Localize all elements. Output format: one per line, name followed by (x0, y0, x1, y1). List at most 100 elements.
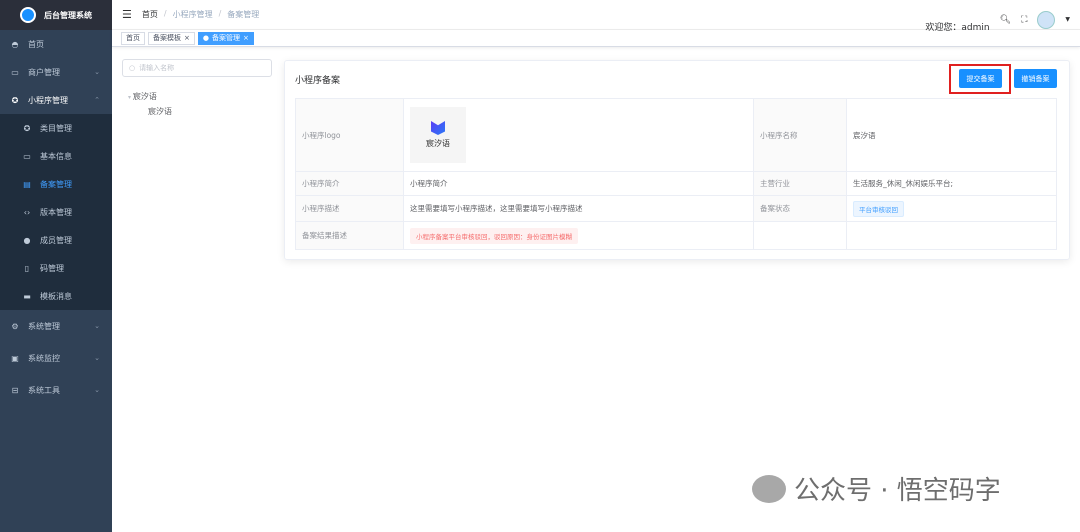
fullscreen-icon[interactable]: ⛶ (1021, 15, 1027, 25)
hamburger-icon[interactable]: ☰ (122, 8, 132, 21)
avatar[interactable] (1037, 10, 1056, 29)
breadcrumb-home[interactable]: 首页 (142, 9, 158, 20)
label: 系统监控 (28, 353, 60, 363)
watermark-text: 公众号 · 悟空码字 (794, 476, 1001, 506)
label: 基本信息 (40, 151, 72, 161)
tab-home[interactable]: 首页 (121, 31, 145, 45)
logo-icon (20, 7, 36, 23)
wechat-icon (752, 474, 786, 503)
sidebar-item-tools[interactable]: ⊟ 系统工具 ⌄ (0, 374, 112, 406)
label: 小程序管理 (28, 95, 68, 105)
navbar: ☰ 首页 / 小程序管理 / 备案管理 欢迎您：admin 🔍︎ ⛶ ▼ (112, 0, 1080, 33)
label-intro: 小程序简介 (295, 171, 404, 196)
tags-view: 首页 备案模板 × ● 备案管理 × (112, 30, 1080, 47)
card-title: 小程序备案 (295, 76, 341, 86)
monitor-icon: ▣ (11, 353, 19, 363)
breadcrumb-item: 小程序管理 (172, 10, 213, 19)
tree-node-child[interactable]: 宸汐语 (122, 106, 272, 117)
breadcrumb: 首页 / 小程序管理 / 备案管理 (142, 9, 259, 20)
chevron-down-icon: ⌄ (94, 68, 100, 76)
sidebar-item-filing[interactable]: ▤ 备案管理 (0, 170, 112, 198)
label: 商户管理 (28, 67, 60, 77)
label: 宸汐语 (148, 107, 172, 116)
sidebar-item-version[interactable]: ‹› 版本管理 (0, 198, 112, 226)
sidebar-item-merchant[interactable]: ▭ 商户管理 ⌄ (0, 58, 112, 86)
window-icon: ▭ (23, 151, 31, 161)
document-icon: ▤ (23, 179, 31, 189)
logo-text: 宸汐语 (426, 139, 450, 148)
active-dot-icon: ● (202, 34, 209, 42)
revoke-filing-button[interactable]: 撤销备案 (1014, 69, 1057, 88)
status-badge: 平台审核驳回 (853, 200, 904, 217)
header-right: 欢迎您：admin 🔍︎ ⛶ ▼ (925, 6, 1070, 33)
tab-filing-management[interactable]: ● 备案管理 × (197, 31, 254, 45)
chevron-up-icon: ⌃ (94, 96, 100, 104)
sidebar: 后台管理系统 ◓ 首页 ▭ 商户管理 ⌄ ✪ 小程序管理 ⌃ ✪ 类目管理 ▭ 基本信息 ▤ 备… (0, 0, 112, 532)
placeholder: 请输入名称 (139, 64, 175, 72)
filing-card: 小程序备案 提交备案 撤销备案 小程序logo 宸汐语 小程序名称 宸汐语 小程… (284, 60, 1070, 260)
search-icon: ○ (129, 64, 136, 72)
label: 系统管理 (28, 321, 60, 331)
label: 首页 (28, 39, 44, 49)
caret-down-icon[interactable]: ▼ (1065, 16, 1070, 23)
breadcrumb-current: 备案管理 (227, 10, 260, 19)
chevron-down-icon: ⌄ (94, 386, 100, 394)
app-logo[interactable]: 后台管理系统 (0, 0, 112, 30)
miniprogram-icon: ✪ (11, 95, 19, 105)
sidebar-item-monitor[interactable]: ▣ 系统监控 ⌄ (0, 342, 112, 374)
app-title: 后台管理系统 (44, 10, 92, 20)
label: 系统工具 (28, 385, 60, 395)
close-icon[interactable]: × (184, 34, 190, 42)
value-industry: 生活服务_休闲_休闲娱乐平台; (846, 171, 1057, 196)
phone-icon: ▯ (24, 263, 30, 273)
sidebar-item-home[interactable]: ◓ 首页 (0, 30, 112, 58)
value-name: 宸汐语 (846, 98, 1057, 172)
value-intro: 小程序简介 (403, 171, 754, 196)
label-status: 备案状态 (753, 195, 847, 222)
search-icon[interactable]: 🔍︎ (1000, 15, 1011, 25)
empty-cell (846, 221, 1057, 250)
submit-filing-button[interactable]: 提交备案 (959, 69, 1002, 88)
tab-filing-template[interactable]: 备案模板 × (148, 31, 195, 45)
logo-mark-icon (431, 121, 445, 135)
result-badge: 小程序备案平台审核驳回，驳回原因：身份证图片模糊 (410, 227, 578, 244)
chevron-down-icon: ⌄ (94, 322, 100, 330)
label: 宸汐语 (132, 92, 157, 101)
tree-node-root[interactable]: ▾ 宸汐语 (122, 91, 272, 102)
sidebar-item-members[interactable]: ● 成员管理 (0, 226, 112, 254)
close-icon[interactable]: × (243, 34, 249, 42)
tree-search-input[interactable]: ○ 请输入名称 (122, 59, 272, 77)
code-icon: ‹› (23, 207, 31, 217)
sidebar-item-miniprogram[interactable]: ✪ 小程序管理 ⌃ (0, 86, 112, 114)
filing-details-table: 小程序logo 宸汐语 小程序名称 宸汐语 小程序简介 小程序简介 主营行业 生活服… (295, 98, 1057, 250)
sidebar-item-basic-info[interactable]: ▭ 基本信息 (0, 142, 112, 170)
toolbox-icon: ⊟ (11, 385, 19, 395)
label-result: 备案结果描述 (295, 221, 404, 250)
tree-panel: ○ 请输入名称 ▾ 宸汐语 宸汐语 (122, 59, 272, 117)
tab-label: 备案模板 (153, 34, 181, 42)
sidebar-item-system[interactable]: ⚙ 系统管理 ⌄ (0, 310, 112, 342)
merchant-icon: ▭ (11, 67, 19, 77)
label: 成员管理 (40, 235, 72, 245)
label: 版本管理 (40, 207, 72, 217)
sidebar-item-template-msg[interactable]: ▬ 模板消息 (0, 282, 112, 310)
label: 码管理 (40, 263, 64, 273)
message-icon: ▬ (23, 291, 31, 301)
submenu: ✪ 类目管理 ▭ 基本信息 ▤ 备案管理 ‹› 版本管理 ● 成员管理 ▯ 码管理 ▬ 模板消… (0, 114, 112, 310)
sidebar-item-code[interactable]: ▯ 码管理 (0, 254, 112, 282)
tab-label: 首页 (126, 34, 140, 42)
chevron-down-icon: ⌄ (94, 354, 100, 362)
miniprogram-logo: 宸汐语 (410, 107, 466, 163)
separator: / (218, 9, 222, 18)
label: 模板消息 (40, 291, 72, 301)
category-icon: ✪ (23, 123, 31, 133)
label: 备案管理 (40, 179, 72, 189)
value-desc: 这里需要填写小程序描述，这里需要填写小程序描述 (403, 195, 754, 222)
label-name: 小程序名称 (753, 98, 847, 172)
sidebar-item-category[interactable]: ✪ 类目管理 (0, 114, 112, 142)
label-logo: 小程序logo (295, 98, 404, 172)
dashboard-icon: ◓ (11, 39, 19, 49)
tab-label: 备案管理 (211, 34, 240, 42)
separator: / (163, 9, 167, 18)
label-industry: 主营行业 (753, 171, 847, 196)
